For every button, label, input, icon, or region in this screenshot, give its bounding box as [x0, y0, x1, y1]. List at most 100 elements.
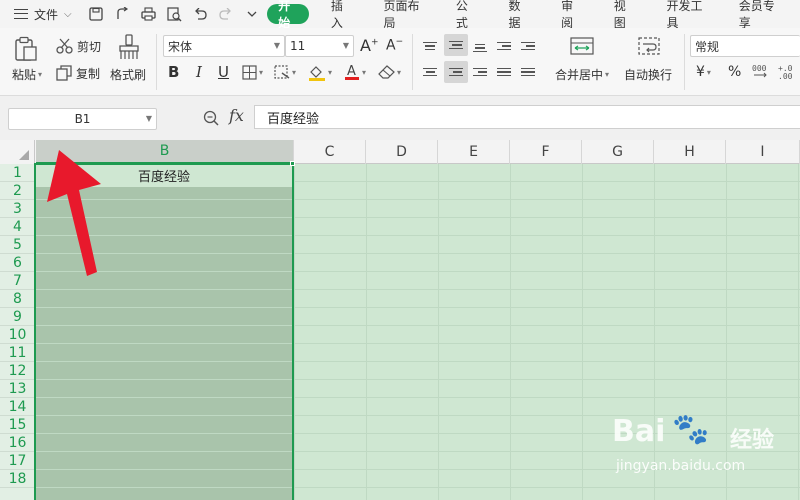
- row-header-17[interactable]: 17: [0, 452, 35, 470]
- distributed-align-button[interactable]: [518, 62, 538, 82]
- font-size-select[interactable]: 11 ▼: [285, 35, 354, 57]
- bold-button[interactable]: B: [168, 63, 179, 81]
- paste-button[interactable]: [14, 36, 44, 62]
- customize-toolbar-icon[interactable]: [239, 3, 265, 25]
- formula-input[interactable]: 百度经验: [254, 105, 800, 129]
- column-gridline: [510, 164, 511, 500]
- increase-indent-button[interactable]: [518, 36, 538, 56]
- row-header-14[interactable]: 14: [0, 398, 35, 416]
- print-icon[interactable]: [135, 3, 161, 25]
- fill-handle[interactable]: [290, 161, 295, 166]
- row-header-8[interactable]: 8: [0, 290, 35, 308]
- align-top-button[interactable]: [420, 36, 440, 56]
- column-header-g[interactable]: G: [582, 140, 654, 164]
- cut-label: 剪切: [77, 39, 102, 54]
- decrease-font-button[interactable]: A−: [386, 37, 403, 54]
- currency-button[interactable]: ¥ ▾: [696, 64, 711, 80]
- format-painter-button[interactable]: [118, 34, 140, 60]
- watermark-url: jingyan.baidu.com: [616, 458, 746, 474]
- paste-label-group[interactable]: 粘贴 ▾: [12, 66, 42, 83]
- number-format-select[interactable]: 常规: [690, 35, 800, 57]
- zoom-icon[interactable]: [203, 110, 219, 126]
- row-header-11[interactable]: 11: [0, 344, 35, 362]
- row-header-12[interactable]: 12: [0, 362, 35, 380]
- merge-center-button[interactable]: 合并居中 ▾: [555, 66, 609, 83]
- align-left-button[interactable]: [420, 62, 440, 82]
- row-header-1[interactable]: 1: [0, 164, 35, 182]
- align-middle-button[interactable]: [444, 34, 468, 56]
- tab-insert[interactable]: 插入: [320, 0, 362, 30]
- column-header-c[interactable]: C: [294, 140, 366, 164]
- share-icon[interactable]: [109, 3, 135, 25]
- tab-developer[interactable]: 开发工具: [655, 0, 716, 30]
- name-box[interactable]: B1 ▼: [8, 108, 157, 130]
- tab-data[interactable]: 数据: [497, 0, 539, 30]
- decrease-indent-button[interactable]: [494, 36, 514, 56]
- increase-font-button[interactable]: A+: [360, 36, 379, 55]
- fill-color-button[interactable]: ▾: [308, 64, 332, 81]
- column-headers: B C D E F G H I: [0, 140, 800, 164]
- increase-decimal-icon: +.0.00: [778, 64, 793, 80]
- copy-button[interactable]: 复制: [56, 63, 100, 83]
- tab-page-layout[interactable]: 页面布局: [373, 0, 434, 30]
- tab-review[interactable]: 审阅: [550, 0, 592, 30]
- italic-button[interactable]: I: [196, 63, 202, 81]
- percent-button[interactable]: %: [728, 64, 741, 80]
- column-header-h[interactable]: H: [654, 140, 726, 164]
- font-name-select[interactable]: 宋体 ▼: [163, 35, 285, 57]
- row-header-2[interactable]: 2: [0, 182, 35, 200]
- column-header-e[interactable]: E: [438, 140, 510, 164]
- row-header-18[interactable]: 18: [0, 470, 35, 488]
- print-preview-icon[interactable]: [161, 3, 187, 25]
- save-icon[interactable]: [83, 3, 109, 25]
- row-header-6[interactable]: 6: [0, 254, 35, 272]
- clear-button[interactable]: ▾: [378, 65, 401, 79]
- row-header-9[interactable]: 9: [0, 308, 35, 326]
- hamburger-icon: [14, 9, 28, 19]
- select-all-button[interactable]: [0, 140, 35, 164]
- tab-formulas[interactable]: 公式: [445, 0, 487, 30]
- row-header-10[interactable]: 10: [0, 326, 35, 344]
- align-bottom-button[interactable]: [470, 38, 490, 58]
- borders-button[interactable]: ▾: [242, 65, 263, 80]
- row-header-7[interactable]: 7: [0, 272, 35, 290]
- formula-bar: B1 ▼ fx 百度经验: [0, 96, 800, 144]
- row-header-16[interactable]: 16: [0, 434, 35, 452]
- wrap-text-icon-button[interactable]: [638, 36, 660, 56]
- tab-home[interactable]: 开始: [267, 0, 309, 30]
- row-header-3[interactable]: 3: [0, 200, 35, 218]
- cut-button[interactable]: 剪切: [56, 36, 101, 56]
- row-header-4[interactable]: 4: [0, 218, 35, 236]
- increase-decimal-button[interactable]: +.0.00: [778, 62, 798, 80]
- thousands-separator-icon: 000: [752, 64, 767, 78]
- tab-member[interactable]: 会员专享: [728, 0, 789, 30]
- column-gridline: [798, 164, 799, 500]
- fill-style-button[interactable]: ▾: [274, 65, 296, 80]
- row-header-5[interactable]: 5: [0, 236, 35, 254]
- column-gridline: [438, 164, 439, 500]
- thousands-separator-button[interactable]: 000: [752, 62, 770, 80]
- file-menu[interactable]: 文件 ⌵: [0, 6, 83, 23]
- underline-button[interactable]: U: [218, 63, 229, 81]
- merge-center-icon-button[interactable]: [570, 36, 594, 56]
- row-header-13[interactable]: 13: [0, 380, 35, 398]
- undo-icon[interactable]: [187, 3, 213, 25]
- redo-icon[interactable]: [213, 3, 239, 25]
- column-header-i[interactable]: I: [726, 140, 800, 164]
- column-gridline: [294, 164, 295, 500]
- column-header-f[interactable]: F: [510, 140, 582, 164]
- paw-icon: 🐾: [672, 412, 710, 447]
- align-right-button[interactable]: [470, 62, 490, 82]
- wrap-text-label[interactable]: 自动换行: [624, 66, 672, 83]
- align-center-button[interactable]: [444, 61, 468, 83]
- divider: [684, 34, 685, 90]
- font-color-button[interactable]: A ▾: [344, 63, 366, 81]
- column-header-d[interactable]: D: [366, 140, 438, 164]
- watermark-logo-text: 经验: [730, 428, 775, 453]
- row-header-15[interactable]: 15: [0, 416, 35, 434]
- underline-icon: U: [218, 63, 229, 81]
- function-icon[interactable]: fx: [229, 106, 244, 125]
- justify-button[interactable]: [494, 62, 514, 82]
- font-name-value: 宋体: [168, 39, 193, 54]
- tab-view[interactable]: 视图: [603, 0, 645, 30]
